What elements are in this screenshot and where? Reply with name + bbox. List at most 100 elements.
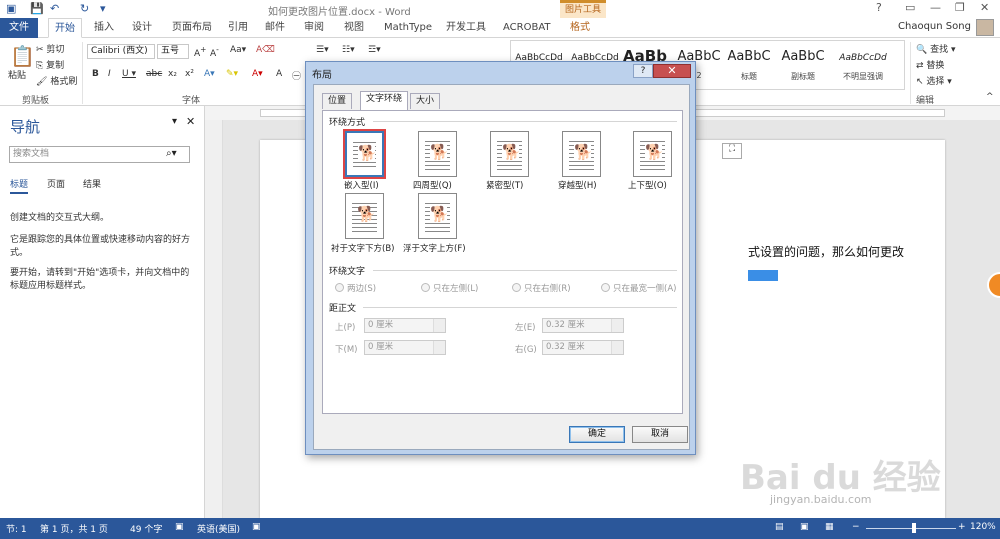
style-title[interactable]: AaBbC 标题 (721, 41, 777, 89)
avatar[interactable] (976, 19, 994, 36)
copy-button[interactable]: ⎘ 复制 (36, 58, 64, 71)
wrap-top-bottom-button[interactable]: 🐕 (633, 131, 672, 177)
tab-page-layout[interactable]: 页面布局 (166, 18, 218, 38)
ribbon-display-icon[interactable]: ▭ (905, 1, 915, 14)
restore-icon[interactable]: ❐ (955, 1, 965, 14)
wrap-left-only-radio[interactable]: 只在左侧(L) (421, 282, 478, 294)
wrap-largest-side-radio[interactable]: 只在最宽一侧(A) (601, 282, 676, 294)
close-icon[interactable]: ✕ (980, 1, 989, 14)
tab-developer[interactable]: 开发工具 (440, 18, 492, 38)
collapse-ribbon-icon[interactable]: ^ (986, 92, 994, 102)
proofing-icon[interactable]: ▣ (175, 522, 184, 532)
nav-tab-headings[interactable]: 标题 (10, 177, 29, 194)
font-size-select[interactable]: 五号 (157, 44, 189, 59)
distance-left-spinner[interactable]: 0.32 厘米 (542, 318, 624, 333)
help-icon[interactable]: ? (876, 1, 882, 14)
wrap-square-button[interactable]: 🐕 (418, 131, 457, 177)
save-icon[interactable]: 💾 (30, 2, 44, 15)
wrap-right-only-radio[interactable]: 只在右侧(R) (512, 282, 571, 294)
style-subtitle[interactable]: AaBbC 副标题 (775, 41, 831, 89)
enclose-char-icon[interactable]: ㊀ (292, 69, 301, 82)
underline-icon[interactable]: U ▾ (122, 69, 136, 79)
font-color-icon[interactable]: A▾ (252, 69, 263, 79)
dialog-close-button[interactable]: ✕ (653, 64, 691, 78)
undo-icon[interactable]: ↶ (50, 2, 59, 15)
tab-view[interactable]: 视图 (338, 18, 370, 38)
status-language[interactable]: 英语(美国) (197, 522, 240, 535)
grow-font-icon[interactable]: A+ (194, 45, 206, 59)
shrink-font-icon[interactable]: A- (210, 45, 219, 59)
status-words[interactable]: 49 个字 (130, 522, 162, 535)
char-shading-icon[interactable]: A (276, 69, 282, 79)
highlight-icon[interactable]: ✎▾ (226, 69, 238, 79)
status-pages[interactable]: 第 1 页，共 1 页 (40, 522, 108, 535)
nav-tab-results[interactable]: 结果 (83, 177, 101, 190)
tab-insert[interactable]: 插入 (88, 18, 120, 38)
status-section[interactable]: 节: 1 (6, 522, 27, 535)
font-family-select[interactable]: Calibri (西文) (87, 44, 155, 59)
tab-file[interactable]: 文件 (0, 18, 38, 38)
wrap-in-front-button[interactable]: 🐕 (418, 193, 457, 239)
print-layout-icon[interactable]: ▣ (800, 522, 809, 532)
nav-tab-pages[interactable]: 页面 (47, 177, 65, 190)
wrap-inline-button[interactable]: 🐕 (345, 131, 384, 177)
nav-options-icon[interactable]: ▾ (172, 116, 177, 127)
cut-button[interactable]: ✂ 剪切 (36, 42, 64, 55)
wrap-behind-text-button[interactable]: 🐕 (345, 193, 384, 239)
dialog-tab-size[interactable]: 大小 (410, 93, 441, 109)
customize-qat-icon[interactable]: ▾ (100, 2, 106, 15)
vertical-ruler[interactable] (205, 120, 223, 518)
search-icon[interactable]: ⌕▾ (166, 148, 177, 159)
nav-close-icon[interactable]: ✕ (186, 115, 195, 128)
read-mode-icon[interactable]: ▤ (775, 522, 784, 532)
layout-options-icon[interactable]: ⛶ (722, 143, 742, 159)
ok-button[interactable]: 确定 (569, 426, 625, 443)
zoom-slider[interactable] (866, 528, 956, 529)
bold-icon[interactable]: B (92, 69, 99, 79)
dialog-help-button[interactable]: ? (633, 64, 653, 78)
zoom-slider-thumb[interactable] (912, 523, 916, 533)
paste-button[interactable]: 粘贴 (8, 68, 26, 81)
select-button[interactable]: ↖ 选择 ▾ (916, 74, 952, 87)
redo-icon[interactable]: ↻ (80, 2, 89, 15)
distance-top-spinner[interactable]: 0 厘米 (364, 318, 446, 333)
cancel-button[interactable]: 取消 (632, 426, 688, 443)
superscript-icon[interactable]: x² (185, 69, 194, 79)
nav-search-input[interactable]: 搜索文档 (9, 146, 190, 163)
change-case-icon[interactable]: Aa▾ (230, 45, 246, 55)
dialog-tab-text-wrapping[interactable]: 文字环绕 (360, 91, 409, 110)
subscript-icon[interactable]: x₂ (168, 69, 177, 79)
paste-icon[interactable]: 📋 (10, 44, 35, 68)
tab-home[interactable]: 开始 (48, 18, 82, 38)
tab-review[interactable]: 审阅 (298, 18, 330, 38)
web-layout-icon[interactable]: ▦ (825, 522, 834, 532)
replace-button[interactable]: ⇄ 替换 (916, 58, 944, 71)
zoom-level[interactable]: 120% (970, 522, 996, 532)
tab-design[interactable]: 设计 (126, 18, 158, 38)
tab-acrobat[interactable]: ACROBAT (497, 18, 557, 38)
tab-format[interactable]: 格式 (564, 18, 596, 38)
dialog-tab-position[interactable]: 位置 (322, 93, 353, 109)
user-name[interactable]: Chaoqun Song (898, 21, 971, 32)
text-effects-icon[interactable]: A▾ (204, 69, 215, 79)
tab-references[interactable]: 引用 (222, 18, 254, 38)
strikethrough-icon[interactable]: abc (146, 69, 162, 79)
zoom-out-icon[interactable]: − (852, 522, 860, 532)
minimize-icon[interactable]: — (930, 1, 941, 14)
bullets-icon[interactable]: ☰▾ (316, 45, 329, 55)
style-subtle-emphasis[interactable]: AaBbCcDd 不明显强调 (831, 41, 895, 89)
numbering-icon[interactable]: ☷▾ (342, 45, 355, 55)
clear-format-icon[interactable]: A⌫ (256, 45, 275, 55)
selected-picture-handle[interactable] (748, 270, 778, 281)
italic-icon[interactable]: I (108, 69, 111, 79)
tab-mathtype[interactable]: MathType (378, 18, 438, 38)
find-button[interactable]: 🔍 查找 ▾ (916, 42, 956, 55)
format-painter-button[interactable]: 🖌 格式刷 (36, 74, 77, 87)
wrap-both-sides-radio[interactable]: 两边(S) (335, 282, 376, 294)
zoom-in-icon[interactable]: + (958, 522, 966, 532)
distance-right-spinner[interactable]: 0.32 厘米 (542, 340, 624, 355)
wrap-tight-button[interactable]: 🐕 (490, 131, 529, 177)
wrap-through-button[interactable]: 🐕 (562, 131, 601, 177)
distance-bottom-spinner[interactable]: 0 厘米 (364, 340, 446, 355)
multilevel-list-icon[interactable]: ☲▾ (368, 45, 381, 55)
